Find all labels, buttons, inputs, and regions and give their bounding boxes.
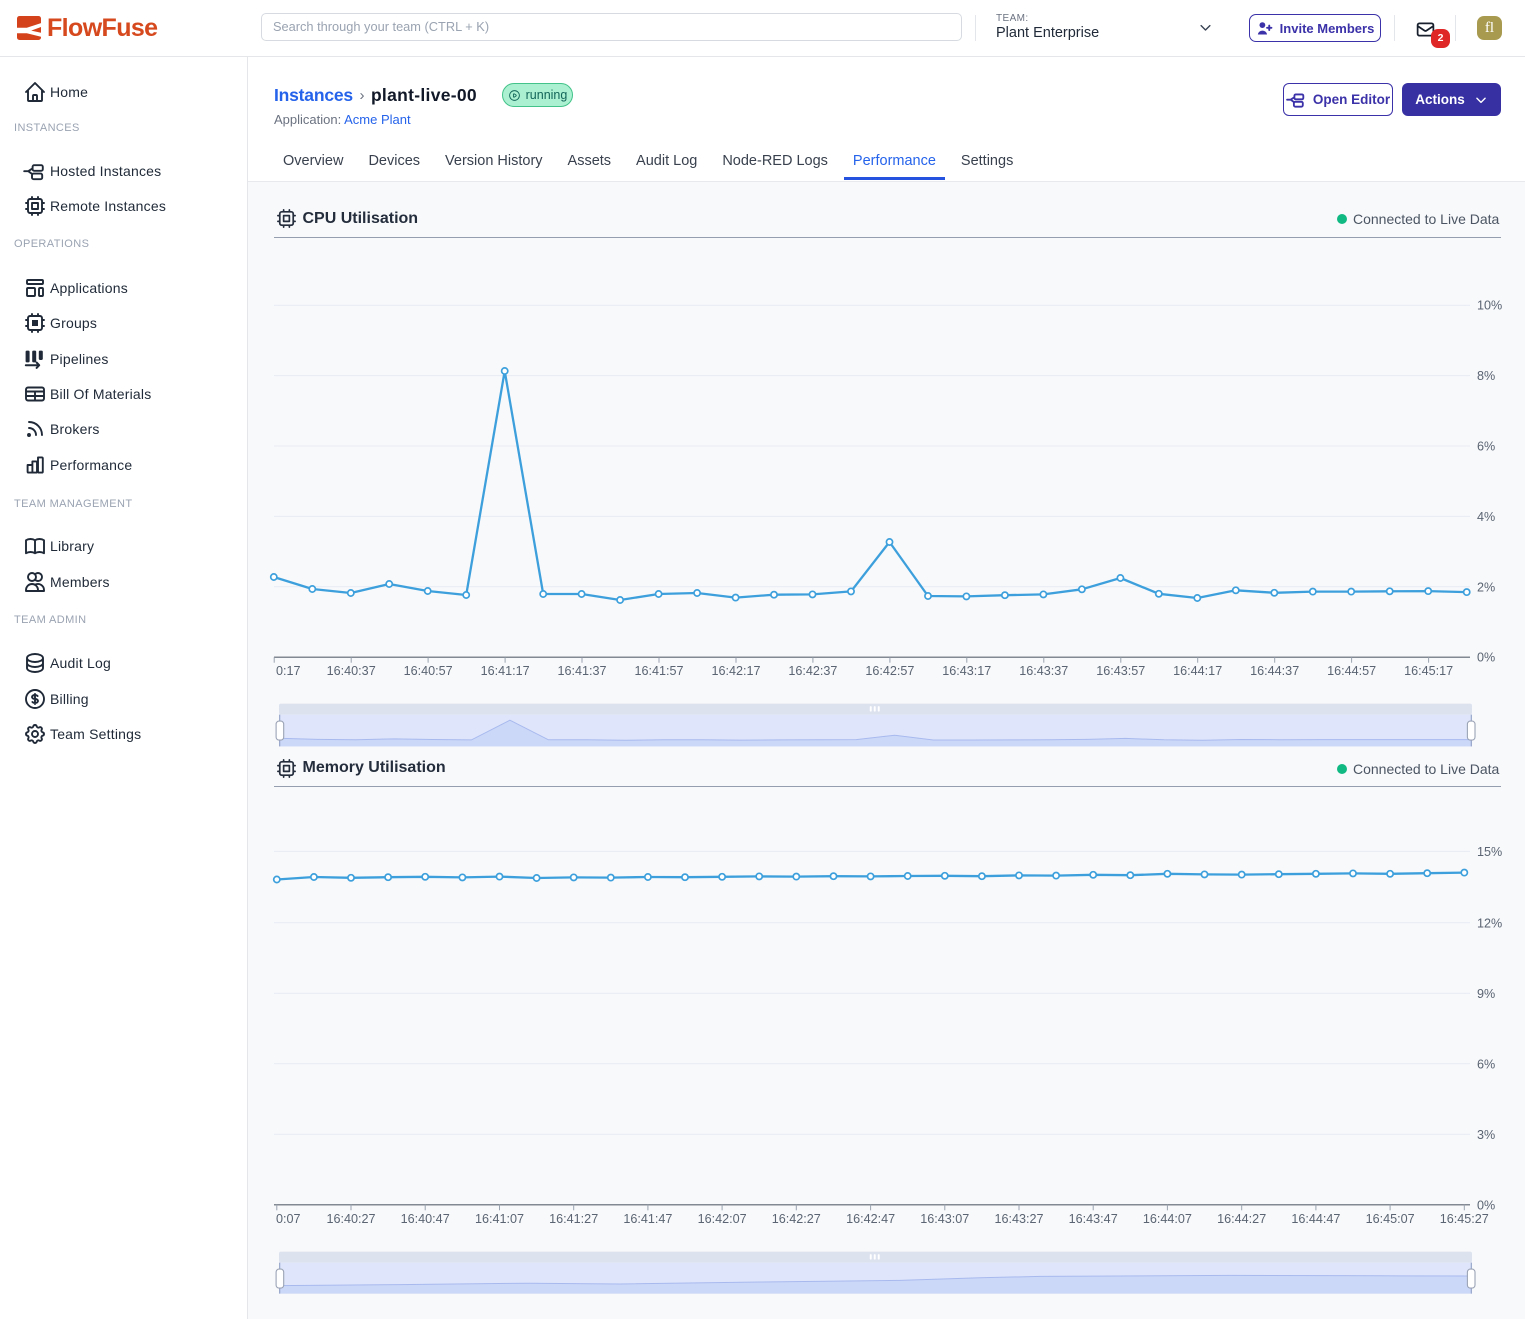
svg-text:16:41:07: 16:41:07 <box>475 1212 524 1226</box>
svg-text:16:42:17: 16:42:17 <box>711 664 760 678</box>
svg-text:16:41:27: 16:41:27 <box>549 1212 598 1226</box>
svg-text:16:43:57: 16:43:57 <box>1096 664 1145 678</box>
svg-text:6%: 6% <box>1477 440 1495 454</box>
svg-text:16:44:27: 16:44:27 <box>1217 1212 1266 1226</box>
svg-text:3%: 3% <box>1477 1128 1495 1142</box>
svg-text:16:40:57: 16:40:57 <box>404 664 453 678</box>
svg-text:16:43:07: 16:43:07 <box>920 1212 969 1226</box>
svg-text:16:44:47: 16:44:47 <box>1291 1212 1340 1226</box>
svg-text:0%: 0% <box>1477 1198 1495 1212</box>
svg-text:0:07: 0:07 <box>276 1212 301 1226</box>
svg-text:16:40:37: 16:40:37 <box>327 664 376 678</box>
svg-text:16:42:57: 16:42:57 <box>865 664 914 678</box>
svg-text:12%: 12% <box>1477 916 1502 930</box>
svg-text:10%: 10% <box>1477 299 1502 313</box>
svg-text:16:41:37: 16:41:37 <box>557 664 606 678</box>
svg-text:16:41:17: 16:41:17 <box>481 664 530 678</box>
svg-text:16:44:57: 16:44:57 <box>1327 664 1376 678</box>
svg-text:16:45:07: 16:45:07 <box>1366 1212 1415 1226</box>
svg-text:2%: 2% <box>1477 580 1495 594</box>
svg-text:16:44:07: 16:44:07 <box>1143 1212 1192 1226</box>
svg-text:16:41:57: 16:41:57 <box>634 664 683 678</box>
svg-text:16:43:37: 16:43:37 <box>1019 664 1068 678</box>
svg-text:16:43:27: 16:43:27 <box>994 1212 1043 1226</box>
svg-text:0%: 0% <box>1477 651 1495 665</box>
svg-text:0:17: 0:17 <box>276 664 301 678</box>
svg-text:16:40:47: 16:40:47 <box>401 1212 450 1226</box>
svg-text:15%: 15% <box>1477 845 1502 859</box>
svg-text:16:43:47: 16:43:47 <box>1069 1212 1118 1226</box>
svg-text:8%: 8% <box>1477 369 1495 383</box>
svg-text:16:40:27: 16:40:27 <box>326 1212 375 1226</box>
svg-text:16:42:27: 16:42:27 <box>772 1212 821 1226</box>
svg-text:16:44:37: 16:44:37 <box>1250 664 1299 678</box>
svg-text:16:41:47: 16:41:47 <box>623 1212 672 1226</box>
svg-text:16:44:17: 16:44:17 <box>1173 664 1222 678</box>
svg-text:16:43:17: 16:43:17 <box>942 664 991 678</box>
svg-text:16:42:37: 16:42:37 <box>788 664 837 678</box>
svg-text:16:42:07: 16:42:07 <box>698 1212 747 1226</box>
svg-text:16:42:47: 16:42:47 <box>846 1212 895 1226</box>
svg-text:16:45:27: 16:45:27 <box>1440 1212 1489 1226</box>
svg-text:4%: 4% <box>1477 510 1495 524</box>
svg-text:16:45:17: 16:45:17 <box>1404 664 1453 678</box>
svg-text:9%: 9% <box>1477 987 1495 1001</box>
svg-text:6%: 6% <box>1477 1057 1495 1071</box>
